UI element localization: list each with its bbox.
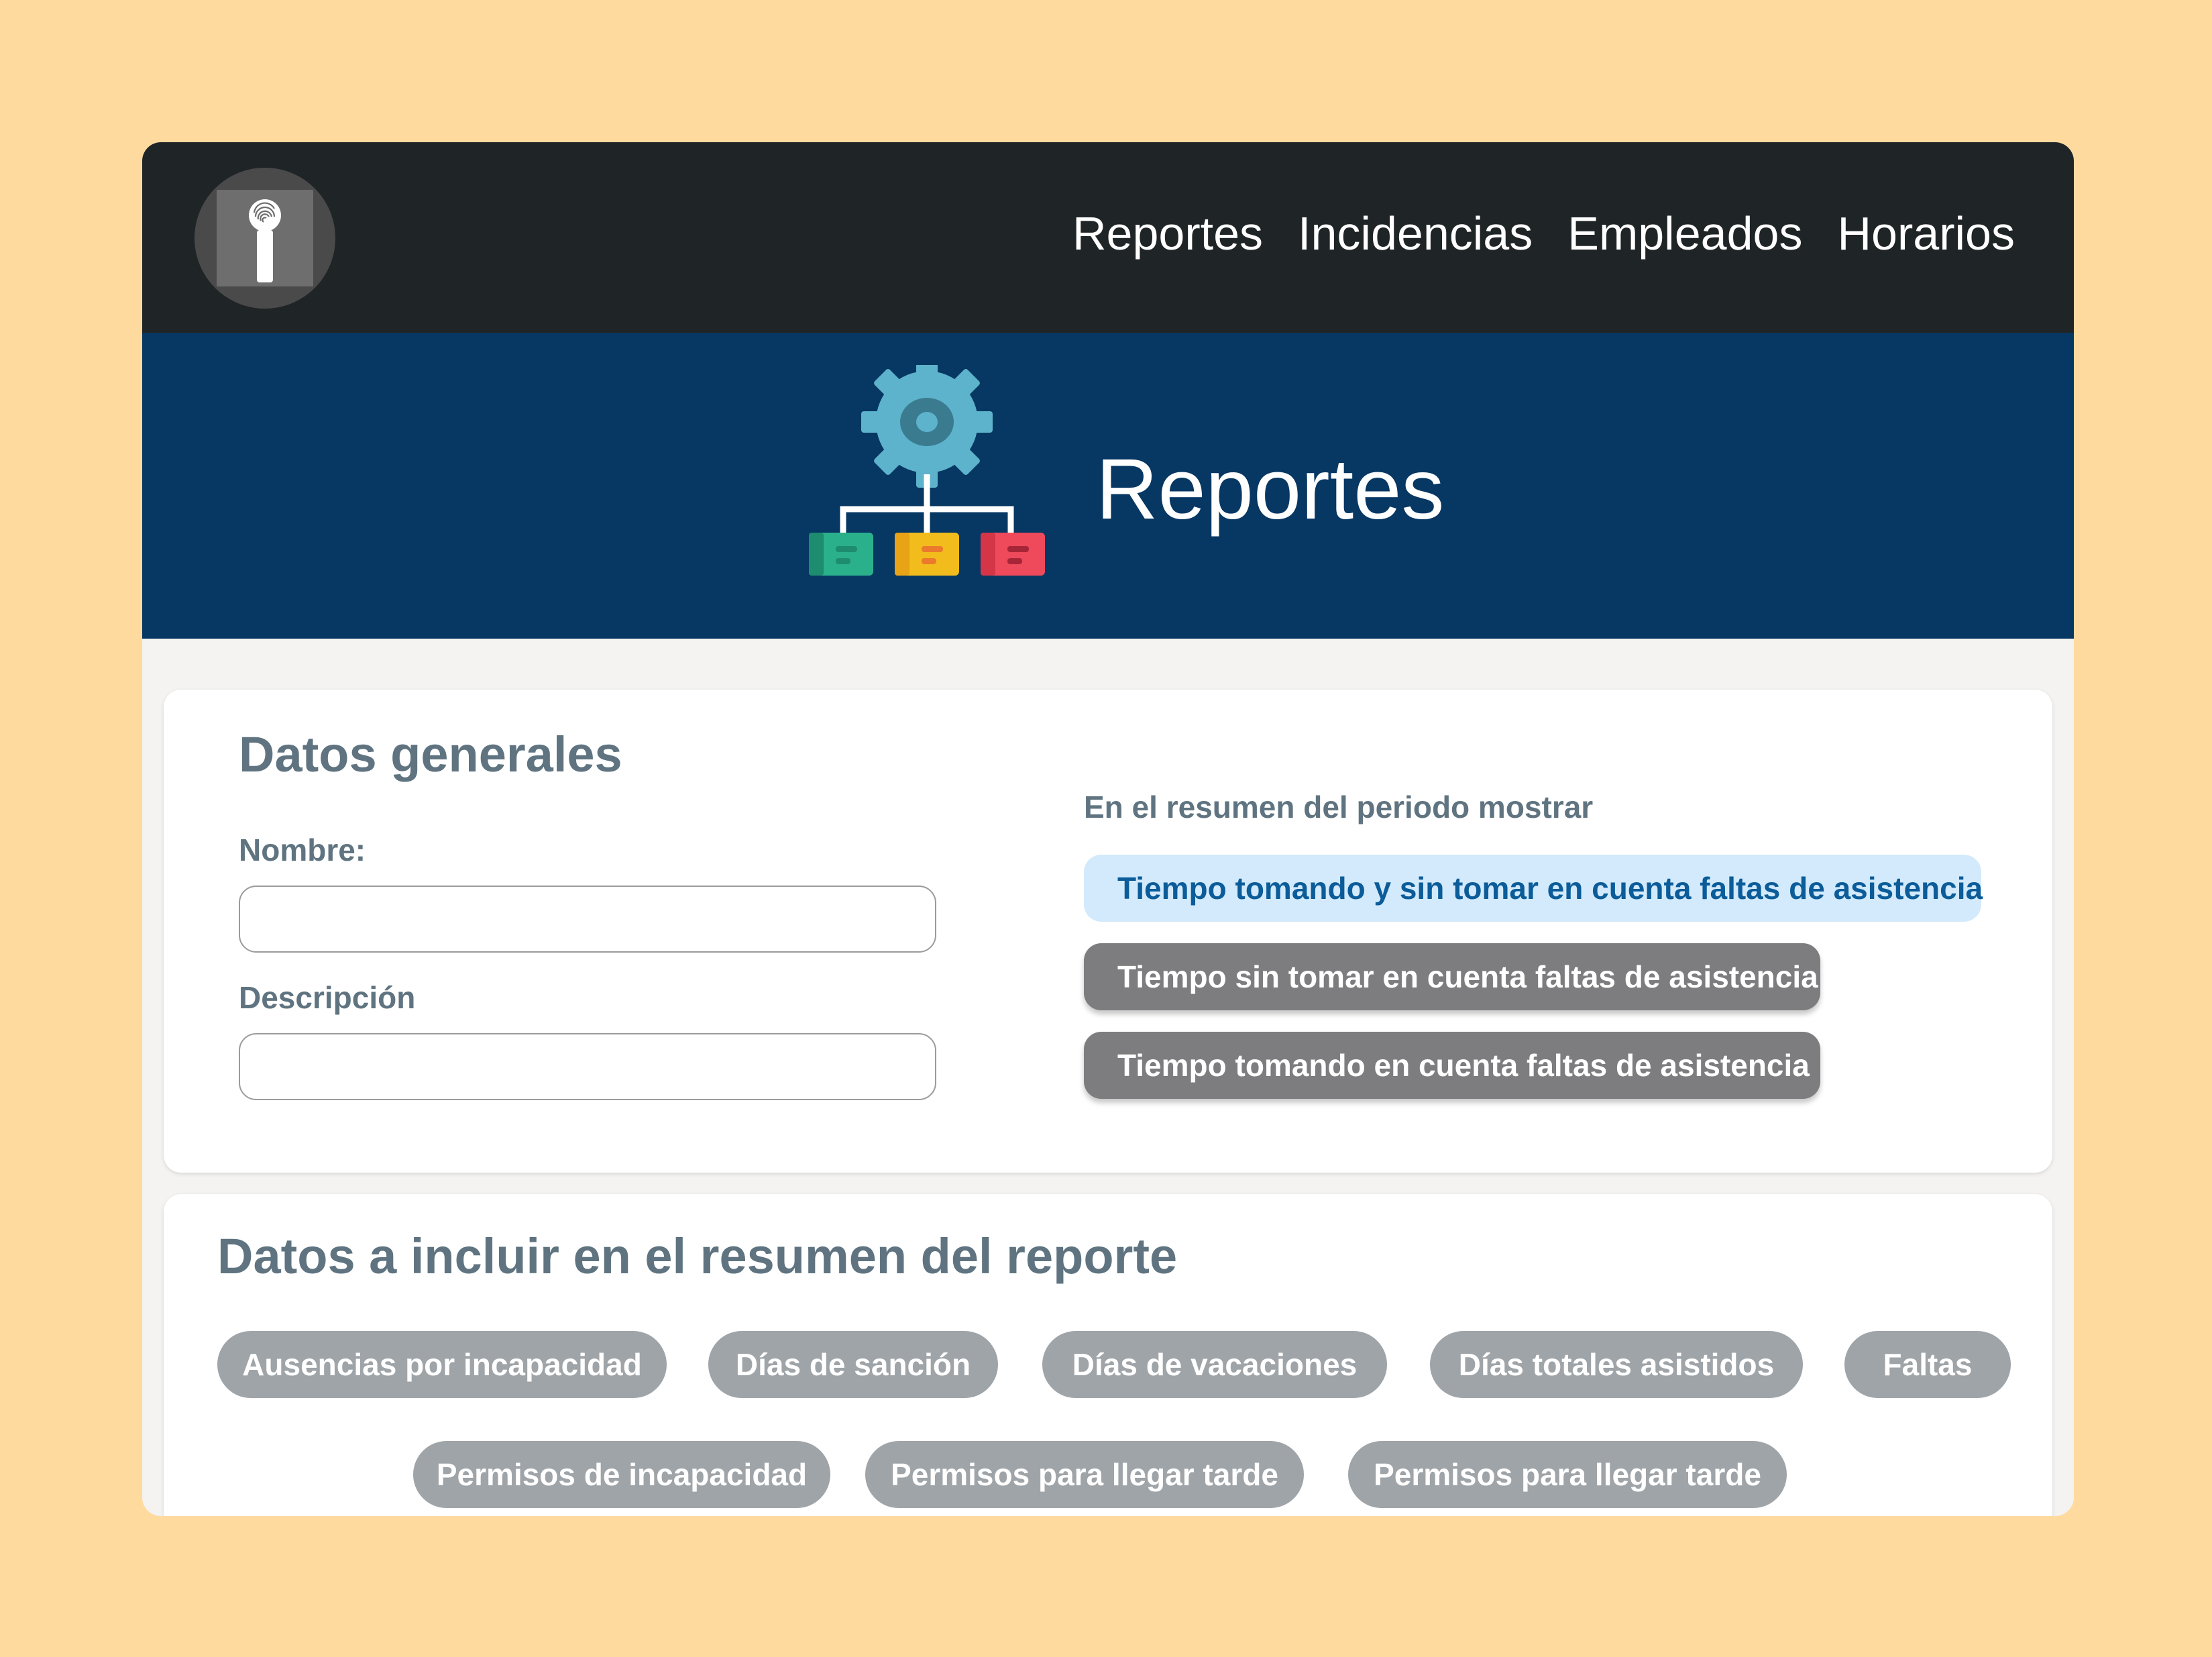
main-nav: Reportes Incidencias Empleados Horarios bbox=[1072, 207, 2015, 260]
option-without-absences[interactable]: Tiempo sin tomar en cuenta faltas de asi… bbox=[1084, 943, 1820, 1010]
general-data-card: Datos generales Nombre: Descripción En e… bbox=[164, 690, 2052, 1173]
name-input[interactable] bbox=[239, 886, 936, 953]
gear-hierarchy-icon bbox=[809, 365, 1045, 576]
description-input[interactable] bbox=[239, 1033, 936, 1100]
nav-link-reportes[interactable]: Reportes bbox=[1072, 207, 1263, 260]
page-title: Reportes bbox=[1096, 441, 1445, 537]
summary-fields-title: Datos a incluir en el resumen del report… bbox=[217, 1228, 1178, 1284]
top-navbar: Reportes Incidencias Empleados Horarios bbox=[142, 142, 2074, 333]
nav-link-horarios[interactable]: Horarios bbox=[1837, 207, 2015, 260]
option-with-absences[interactable]: Tiempo tomando en cuenta faltas de asist… bbox=[1084, 1032, 1820, 1099]
page-header-banner: Reportes bbox=[142, 333, 2074, 639]
nav-link-incidencias[interactable]: Incidencias bbox=[1298, 207, 1533, 260]
fingerprint-key-icon bbox=[249, 199, 281, 282]
general-data-title: Datos generales bbox=[239, 727, 622, 782]
chip-dias-vacaciones[interactable]: Días de vacaciones bbox=[1042, 1331, 1387, 1398]
chip-permisos-llegar-tarde[interactable]: Permisos para llegar tarde bbox=[865, 1441, 1304, 1508]
summary-period-label: En el resumen del periodo mostrar bbox=[1084, 790, 1594, 824]
chip-dias-totales-asistidos[interactable]: Días totales asistidos bbox=[1430, 1331, 1803, 1398]
nav-link-empleados[interactable]: Empleados bbox=[1567, 207, 1802, 260]
app-window: Reportes Incidencias Empleados Horarios bbox=[142, 142, 2074, 1516]
name-label: Nombre: bbox=[239, 833, 366, 867]
chip-permisos-llegar-tarde-2[interactable]: Permisos para llegar tarde bbox=[1348, 1441, 1787, 1508]
chip-permisos-incapacidad[interactable]: Permisos de incapacidad bbox=[413, 1441, 830, 1508]
summary-fields-card: Datos a incluir en el resumen del report… bbox=[164, 1194, 2052, 1516]
chip-dias-sancion[interactable]: Días de sanción bbox=[708, 1331, 998, 1398]
description-label: Descripción bbox=[239, 980, 416, 1015]
chip-faltas[interactable]: Faltas bbox=[1844, 1331, 2011, 1398]
option-both-attendance[interactable]: Tiempo tomando y sin tomar en cuenta fal… bbox=[1084, 855, 1983, 922]
app-logo[interactable] bbox=[195, 168, 335, 309]
chip-ausencias-incapacidad[interactable]: Ausencias por incapacidad bbox=[217, 1331, 667, 1398]
